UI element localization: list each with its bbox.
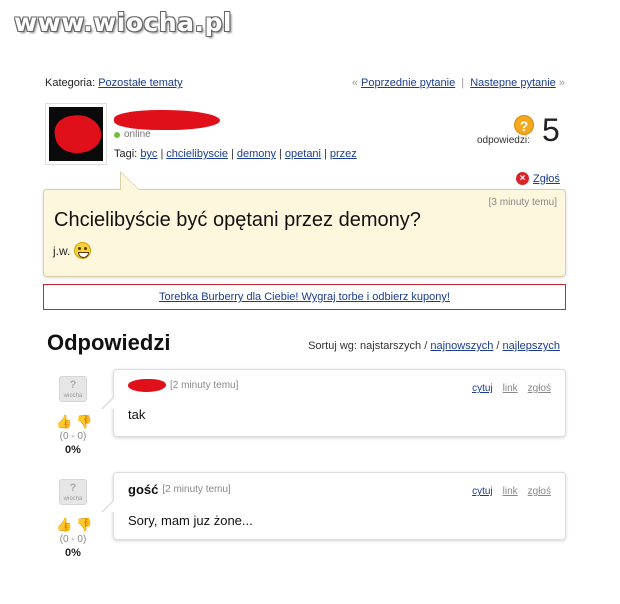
prev-arrows: «: [351, 77, 358, 89]
tag-link[interactable]: chcielibyscie: [166, 148, 228, 160]
online-status: online: [114, 129, 151, 140]
anonymous-avatar-icon: ? wiocha: [59, 479, 87, 505]
answer-text: tak: [128, 407, 146, 422]
answer-actions: cytuj link zgłoś: [472, 486, 551, 497]
sort-best-link[interactable]: najlepszych: [503, 340, 560, 352]
answer-header: gość [2 minuty temu]: [128, 482, 231, 497]
category-line: Kategoria: Pozostałe tematy: [45, 77, 183, 89]
tags-line: Tagi: byc | chcielibyscie | demony | opetani | p…: [114, 148, 357, 160]
report-link[interactable]: Zgłoś: [533, 173, 560, 185]
tag-link[interactable]: opetani: [285, 148, 321, 160]
prev-question-link[interactable]: Poprzednie pytanie: [361, 77, 455, 89]
vote-percent: 0%: [65, 547, 81, 559]
answer-author[interactable]: gość: [128, 482, 158, 497]
answer-header: [2 minuty temu]: [128, 379, 238, 392]
next-question-link[interactable]: Nastepne pytanie: [470, 77, 556, 89]
sort-options: Sortuj wg: najstarszych / najnowszych / …: [308, 340, 560, 352]
answer-vote-column: ? wiocha 👍 👎 (0 - 0) 0%: [53, 479, 93, 559]
thumbs-up-icon[interactable]: 👍: [56, 415, 72, 429]
answer-time: [2 minuty temu]: [170, 380, 239, 391]
sort-separator: /: [496, 340, 500, 352]
answers-section-title: Odpowiedzi: [47, 330, 171, 355]
nav-separator: |: [461, 77, 465, 89]
asker-avatar[interactable]: [45, 103, 107, 165]
tags-label: Tagi:: [114, 148, 138, 160]
vote-score: (0 - 0): [59, 534, 87, 545]
vote-buttons: 👍 👎: [53, 518, 93, 532]
answer-text: Sory, mam juz żone...: [128, 513, 253, 528]
question-title: Chcielibyście być opętani przez demony?: [54, 209, 421, 231]
question-time: [3 minuty temu]: [488, 197, 557, 208]
category-link[interactable]: Pozostałe tematy: [98, 77, 182, 89]
answer-time: [2 minuty temu]: [162, 484, 231, 495]
online-status-text: online: [124, 129, 151, 140]
thumbs-down-icon[interactable]: 👎: [76, 518, 92, 532]
answer-vote-column: ? wiocha 👍 👎 (0 - 0) 0%: [53, 376, 93, 456]
redacted-answer-author[interactable]: [128, 379, 166, 392]
site-watermark: www.wiocha.pl: [14, 8, 232, 37]
answer-actions: cytuj link zgłoś: [472, 383, 551, 394]
thumbs-down-icon[interactable]: 👎: [76, 415, 92, 429]
redacted-username[interactable]: [114, 110, 220, 130]
report-answer-link[interactable]: zgłoś: [528, 383, 551, 394]
question-mark-icon: ?: [514, 115, 534, 135]
report-button[interactable]: × Zgłoś: [516, 172, 560, 185]
redacted-avatar-image: [49, 107, 103, 161]
permalink-link[interactable]: link: [503, 383, 518, 394]
quote-link[interactable]: cytuj: [472, 486, 493, 497]
online-dot-icon: [114, 131, 120, 138]
sort-label: Sortuj wg: najstarszych /: [308, 340, 428, 352]
vote-percent: 0%: [65, 444, 81, 456]
sort-newest-link[interactable]: najnowszych: [430, 340, 493, 352]
tag-link[interactable]: demony: [237, 148, 276, 160]
close-icon: ×: [516, 172, 529, 185]
question-navigation: « Poprzednie pytanie | Nastepne pytanie …: [352, 77, 565, 89]
redaction-scribble: [52, 111, 103, 157]
question-body-text: j.w.: [53, 243, 71, 258]
category-label: Kategoria:: [45, 77, 96, 89]
grin-smiley-icon: [74, 242, 92, 259]
answer-box: [2 minuty temu] cytuj link zgłoś tak: [101, 369, 566, 437]
report-answer-link[interactable]: zgłoś: [528, 486, 551, 497]
vote-score: (0 - 0): [59, 431, 87, 442]
question-box: [3 minuty temu] Chcielibyście być opętan…: [43, 171, 566, 277]
question-body: j.w.: [53, 242, 92, 259]
anonymous-avatar-icon: ? wiocha: [59, 376, 87, 402]
tag-link[interactable]: przez: [330, 148, 357, 160]
vote-buttons: 👍 👎: [53, 415, 93, 429]
answers-count: 5: [542, 112, 560, 148]
permalink-link[interactable]: link: [503, 486, 518, 497]
thumbs-up-icon[interactable]: 👍: [56, 518, 72, 532]
promo-banner-link[interactable]: Torebka Burberry dla Ciebie! Wygraj torb…: [43, 284, 566, 310]
next-arrows: »: [558, 77, 565, 89]
tag-link[interactable]: byc: [140, 148, 157, 160]
quote-link[interactable]: cytuj: [472, 383, 493, 394]
answer-box: gość [2 minuty temu] cytuj link zgłoś So…: [101, 472, 566, 540]
answers-count-label: odpowiedzi:: [477, 135, 530, 146]
